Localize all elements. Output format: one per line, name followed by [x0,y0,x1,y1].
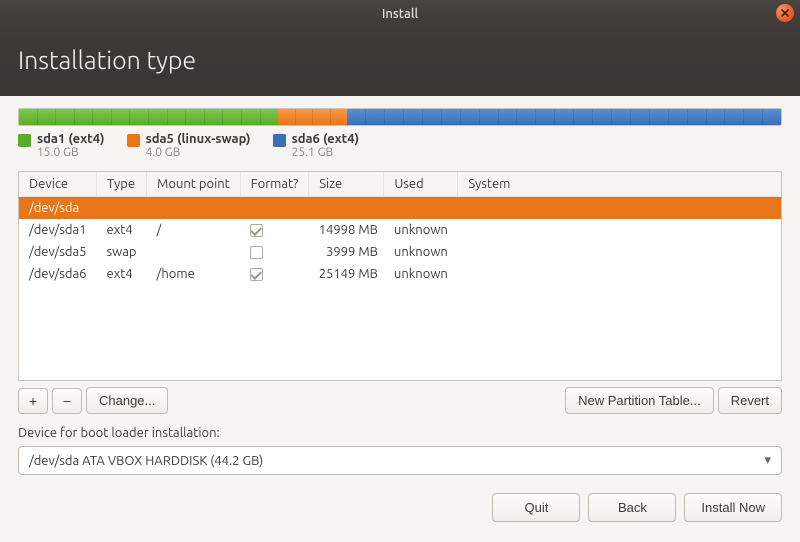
cell-system [458,197,781,220]
cell-used: unknown [384,241,458,263]
window-title: Install [382,7,418,21]
partition-toolbar: + − Change... New Partition Table... Rev… [18,387,782,414]
table-row[interactable]: /dev/sda5swap 3999 MBunknown [19,241,781,263]
footer: Quit Back Install Now [18,493,782,522]
bootloader-device-select[interactable]: /dev/sda ATA VBOX HARDDISK (44.2 GB) ▾ [18,446,782,475]
page-title: Installation type [18,46,782,74]
bootloader-label: Device for boot loader installation: [18,426,782,440]
cell-size: 14998 MB [309,219,384,241]
cell-mount [147,241,241,263]
cell-system [458,219,781,241]
header: Installation type [0,28,800,96]
back-button[interactable]: Back [588,493,676,522]
col-device[interactable]: Device [19,172,97,197]
cell-mount: /home [147,263,241,285]
cell-used: unknown [384,219,458,241]
cell-size: 3999 MB [309,241,384,263]
cell-type: ext4 [97,219,147,241]
cell-size: 25149 MB [309,263,384,285]
install-now-button[interactable]: Install Now [684,493,782,522]
legend-name: sda1 (ext4) [37,132,105,146]
legend-item-sda5: sda5 (linux-swap) 4.0 GB [127,132,251,159]
legend-name: sda6 (ext4) [292,132,360,146]
cell-type: swap [97,241,147,263]
legend-item-sda6: sda6 (ext4) 25.1 GB [273,132,360,159]
cell-mount [147,197,241,220]
add-partition-button[interactable]: + [18,388,48,414]
legend-swatch [127,134,140,147]
col-size[interactable]: Size [309,172,384,197]
new-partition-table-button[interactable]: New Partition Table... [565,387,714,414]
cell-format [240,219,308,241]
content: sda1 (ext4) 15.0 GB sda5 (linux-swap) 4.… [0,96,800,540]
legend-size: 25.1 GB [292,146,360,159]
col-system[interactable]: System [458,172,781,197]
table-header-row: Device Type Mount point Format? Size Use… [19,172,781,197]
table-row[interactable]: /dev/sda [19,197,781,220]
remove-partition-button[interactable]: − [52,388,82,414]
cell-device: /dev/sda6 [19,263,97,285]
cell-system [458,241,781,263]
cell-used [384,197,458,220]
bootloader-device-value: /dev/sda ATA VBOX HARDDISK (44.2 GB) [29,454,764,468]
quit-button[interactable]: Quit [492,493,580,522]
revert-button[interactable]: Revert [718,387,782,414]
legend-item-sda1: sda1 (ext4) 15.0 GB [18,132,105,159]
cell-format [240,263,308,285]
col-type[interactable]: Type [97,172,147,197]
usage-seg-sda1 [19,109,278,125]
format-checkbox[interactable] [250,224,263,237]
chevron-down-icon: ▾ [764,453,771,468]
usage-seg-sda6 [347,109,781,125]
format-checkbox[interactable] [250,268,263,281]
change-partition-button[interactable]: Change... [86,387,168,414]
partition-table[interactable]: Device Type Mount point Format? Size Use… [18,171,782,381]
cell-device: /dev/sda5 [19,241,97,263]
format-checkbox[interactable] [250,246,263,259]
cell-type: ext4 [97,263,147,285]
cell-type [97,197,147,220]
col-used[interactable]: Used [384,172,458,197]
col-mount[interactable]: Mount point [147,172,241,197]
legend-size: 4.0 GB [146,146,251,159]
cell-device: /dev/sda1 [19,219,97,241]
table-row[interactable]: /dev/sda1ext4/ 14998 MBunknown [19,219,781,241]
legend-size: 15.0 GB [37,146,105,159]
cell-used: unknown [384,263,458,285]
close-button[interactable] [776,4,794,22]
legend: sda1 (ext4) 15.0 GB sda5 (linux-swap) 4.… [18,132,782,159]
cell-format [240,197,308,220]
legend-name: sda5 (linux-swap) [146,132,251,146]
cell-format [240,241,308,263]
cell-system [458,263,781,285]
titlebar: Install [0,0,800,28]
usage-seg-sda5 [278,109,347,125]
cell-mount: / [147,219,241,241]
cell-size [309,197,384,220]
legend-swatch [18,134,31,147]
cell-device: /dev/sda [19,197,97,220]
close-icon [781,9,789,17]
legend-swatch [273,134,286,147]
col-format[interactable]: Format? [240,172,308,197]
disk-usage-bar [18,108,782,126]
table-row[interactable]: /dev/sda6ext4/home 25149 MBunknown [19,263,781,285]
